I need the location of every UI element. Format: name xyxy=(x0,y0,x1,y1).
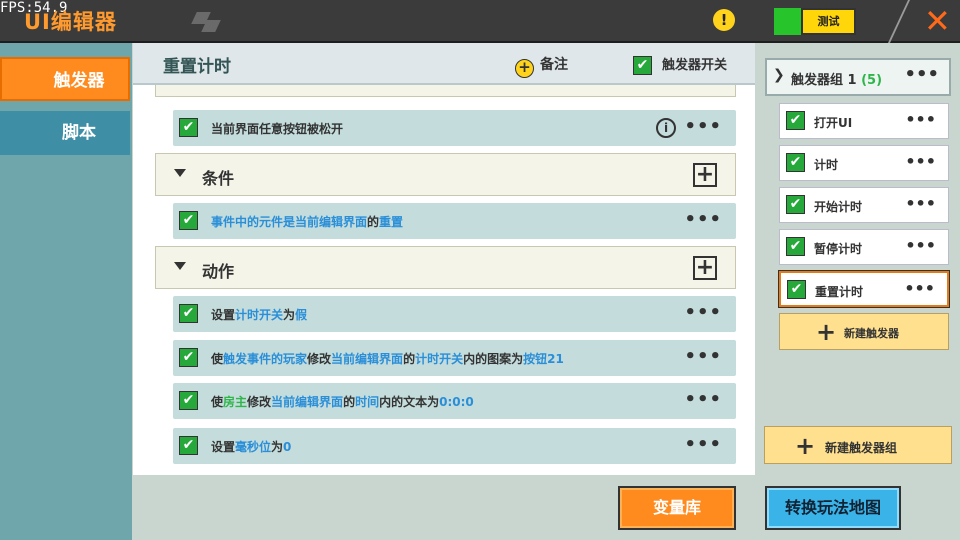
action-row-text: 设置毫秒位为0 xyxy=(211,440,292,454)
checkbox-checked-icon[interactable]: ✔ xyxy=(179,304,198,323)
add-note-button[interactable]: + 备注 xyxy=(515,54,568,78)
chevron-down-icon[interactable]: ❯ xyxy=(773,67,785,83)
event-section-bottom xyxy=(155,85,736,97)
section-label: 条件 xyxy=(202,169,235,188)
trigger-item[interactable]: ✔ 开始计时 ••• xyxy=(779,187,949,223)
new-trigger-button[interactable]: + 新建触发器 xyxy=(779,313,949,350)
info-icon[interactable]: i xyxy=(656,118,676,138)
more-options-icon[interactable]: ••• xyxy=(905,194,936,213)
checkbox-checked-icon[interactable]: ✔ xyxy=(179,436,198,455)
more-options-icon[interactable]: ••• xyxy=(684,302,722,323)
checkbox-checked-icon[interactable]: ✔ xyxy=(786,111,805,130)
trigger-item-label: 打开UI xyxy=(814,116,853,130)
trigger-switch-label: 触发器开关 xyxy=(662,58,728,73)
event-row-text: 当前界面任意按钮被松开 xyxy=(211,122,344,136)
condition-row[interactable]: ✔ 事件中的元件是当前编辑界面的重置 ••• xyxy=(173,203,736,239)
decor-stripes-icon xyxy=(190,12,224,32)
tab-scripts[interactable]: 脚本 xyxy=(0,111,130,155)
switch-map-button[interactable]: 转换玩法地图 xyxy=(765,486,901,530)
action-section-header[interactable]: 动作 + xyxy=(155,246,736,289)
trigger-item[interactable]: ✔ 计时 ••• xyxy=(779,145,949,181)
more-options-icon[interactable]: ••• xyxy=(684,434,722,455)
trigger-item-label: 重置计时 xyxy=(815,285,864,299)
new-trigger-group-button[interactable]: + 新建触发器组 xyxy=(764,426,952,464)
new-trigger-label: 新建触发器 xyxy=(844,327,899,340)
trigger-item-label: 计时 xyxy=(814,158,839,172)
more-options-icon[interactable]: ••• xyxy=(684,346,722,367)
more-options-icon[interactable]: ••• xyxy=(904,64,939,85)
more-options-icon[interactable]: ••• xyxy=(905,152,936,171)
checkbox-checked-icon[interactable]: ✔ xyxy=(179,211,198,230)
checkbox-checked-icon[interactable]: ✔ xyxy=(786,195,805,214)
checkbox-checked-icon[interactable]: ✔ xyxy=(179,118,198,137)
trigger-item[interactable]: ✔ 打开UI ••• xyxy=(779,103,949,139)
new-group-label: 新建触发器组 xyxy=(825,441,898,455)
add-action-icon[interactable]: + xyxy=(693,256,717,280)
more-options-icon[interactable]: ••• xyxy=(684,209,722,230)
variable-library-button[interactable]: 变量库 xyxy=(618,486,736,530)
trigger-group-header[interactable]: ❯ 触发器组 1 (5) ••• xyxy=(765,58,951,96)
page-title: 重置计时 xyxy=(163,57,231,77)
group-name: 触发器组 1 (5) xyxy=(791,73,883,88)
more-options-icon[interactable]: ••• xyxy=(905,236,936,255)
warning-icon[interactable]: ! xyxy=(713,9,735,31)
test-status-indicator xyxy=(774,8,801,35)
close-icon[interactable]: ✕ xyxy=(924,4,951,38)
trigger-switch[interactable]: ✔ 触发器开关 xyxy=(633,54,727,75)
action-row-text: 使触发事件的玩家修改当前编辑界面的计时开关内的图案为按钮21 xyxy=(211,352,564,366)
more-options-icon[interactable]: ••• xyxy=(905,110,936,129)
action-row[interactable]: ✔ 使房主修改当前编辑界面的时间内的文本为0:0:0 ••• xyxy=(173,383,736,419)
action-row[interactable]: ✔ 设置计时开关为假 ••• xyxy=(173,296,736,332)
action-row-text: 设置计时开关为假 xyxy=(211,308,308,322)
plus-circle-icon: + xyxy=(515,59,534,78)
more-options-icon[interactable]: ••• xyxy=(684,389,722,410)
section-label: 动作 xyxy=(202,262,235,281)
trigger-editor-panel: 重置计时 + 备注 ✔ 触发器开关 ✔ 当前界面任意按钮被松开 i ••• 条件 +… xyxy=(133,43,755,475)
collapse-triangle-icon[interactable] xyxy=(174,262,186,270)
add-condition-icon[interactable]: + xyxy=(693,163,717,187)
condition-section-header[interactable]: 条件 + xyxy=(155,153,736,196)
checkbox-checked-icon[interactable]: ✔ xyxy=(787,280,806,299)
plus-icon: + xyxy=(795,432,816,460)
more-options-icon[interactable]: ••• xyxy=(684,116,722,137)
test-button[interactable]: 测试 xyxy=(801,8,856,35)
more-options-icon[interactable]: ••• xyxy=(904,279,935,298)
checkbox-checked-icon[interactable]: ✔ xyxy=(786,237,805,256)
divider xyxy=(887,0,929,43)
event-row[interactable]: ✔ 当前界面任意按钮被松开 i ••• xyxy=(173,110,736,146)
checkbox-checked-icon[interactable]: ✔ xyxy=(179,348,198,367)
checkbox-checked-icon[interactable]: ✔ xyxy=(179,391,198,410)
plus-icon: + xyxy=(816,318,837,346)
checkbox-checked-icon[interactable]: ✔ xyxy=(786,153,805,172)
trigger-item-label: 暂停计时 xyxy=(814,242,863,256)
condition-row-text: 事件中的元件是当前编辑界面的重置 xyxy=(211,215,404,229)
checkbox-checked-icon[interactable]: ✔ xyxy=(633,56,652,75)
top-bar: FPS:54.9 UI编辑器 ! 测试 ✕ xyxy=(0,0,960,43)
panel-header: 重置计时 + 备注 ✔ 触发器开关 xyxy=(133,43,755,85)
action-row-text: 使房主修改当前编辑界面的时间内的文本为0:0:0 xyxy=(211,395,474,409)
trigger-item-selected[interactable]: ✔ 重置计时 ••• xyxy=(779,271,949,307)
add-note-label: 备注 xyxy=(540,57,568,73)
app-title: UI编辑器 xyxy=(24,10,117,34)
action-row[interactable]: ✔ 设置毫秒位为0 ••• xyxy=(173,428,736,464)
tab-triggers[interactable]: 触发器 xyxy=(0,57,130,101)
trigger-item-label: 开始计时 xyxy=(814,200,863,214)
action-row[interactable]: ✔ 使触发事件的玩家修改当前编辑界面的计时开关内的图案为按钮21 ••• xyxy=(173,340,736,376)
trigger-item[interactable]: ✔ 暂停计时 ••• xyxy=(779,229,949,265)
collapse-triangle-icon[interactable] xyxy=(174,169,186,177)
